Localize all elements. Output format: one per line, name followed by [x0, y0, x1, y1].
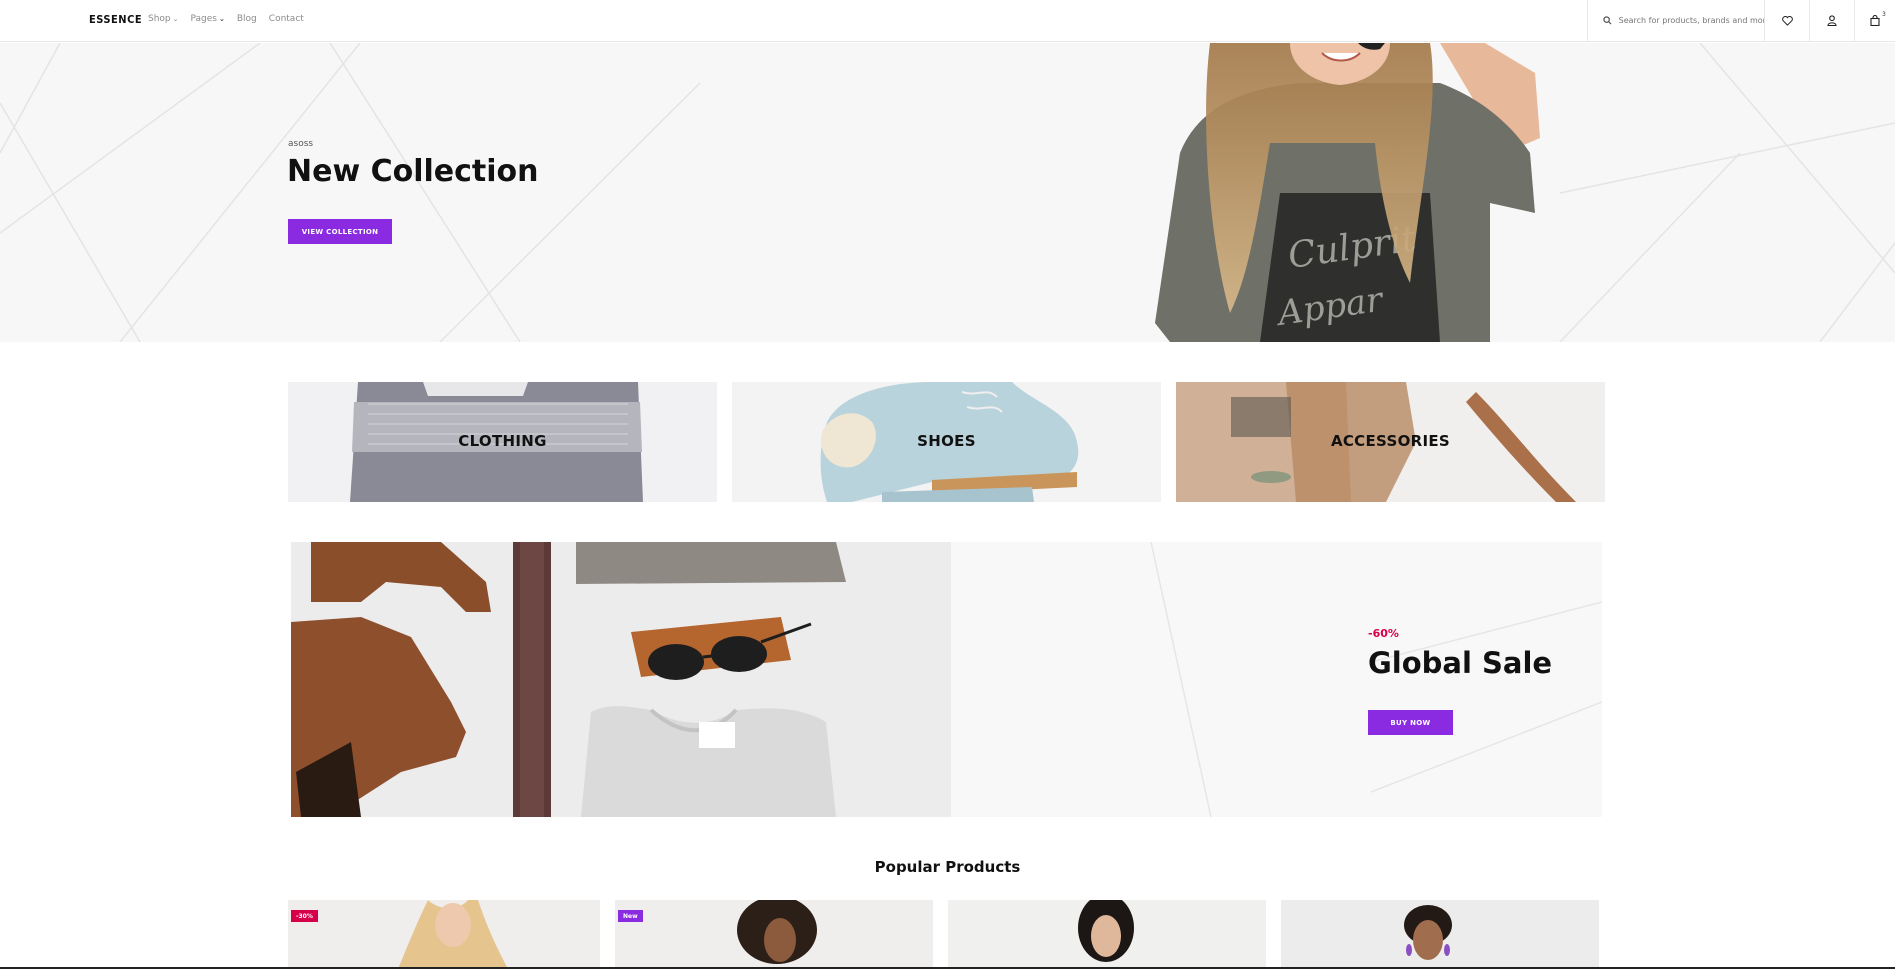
category-accessories[interactable]: ACCESSORIES: [1176, 382, 1605, 502]
chevron-down-icon: ⌄: [219, 15, 225, 23]
nav-contact-label: Contact: [268, 14, 304, 24]
nav-shop-label: Shop: [148, 14, 171, 24]
search-input[interactable]: [1618, 16, 1764, 25]
nav-shop[interactable]: Shop ⌄: [148, 14, 179, 24]
cart-count-badge: 3: [1882, 11, 1886, 18]
user-icon: [1827, 11, 1837, 30]
site-header: ESSENCE Shop ⌄ Pages ⌄ Blog Contact Sear…: [0, 0, 1895, 42]
nav-pages[interactable]: Pages ⌄: [191, 14, 225, 24]
account-button[interactable]: [1809, 0, 1854, 41]
product-image: [948, 900, 1266, 969]
cart-icon: [1870, 11, 1880, 30]
sale-discount-label: -60%: [1368, 627, 1399, 640]
nav-blog[interactable]: Blog: [237, 14, 257, 24]
new-badge: New: [618, 910, 643, 922]
global-sale-banner: -60% Global Sale BUY NOW: [291, 542, 1602, 817]
hero-subtitle: asoss: [288, 139, 314, 149]
product-card[interactable]: -30%: [288, 900, 600, 969]
main-nav: Shop ⌄ Pages ⌄ Blog Contact: [148, 14, 304, 24]
hero-banner: asoss New Collection VIEW COLLECTION Cul…: [0, 43, 1895, 342]
nav-blog-label: Blog: [236, 14, 257, 24]
product-card[interactable]: [1281, 900, 1599, 969]
popular-products-heading: Popular Products: [874, 858, 1021, 876]
site-logo[interactable]: ESSENCE: [89, 13, 142, 26]
heart-icon: [1781, 11, 1793, 30]
category-clothing[interactable]: CLOTHING: [288, 382, 717, 502]
buy-now-button[interactable]: BUY NOW: [1368, 710, 1453, 735]
product-card[interactable]: New: [615, 900, 933, 969]
hero-background: [0, 43, 1895, 342]
nav-contact[interactable]: Contact: [269, 14, 304, 24]
product-image: [288, 900, 600, 969]
category-accessories-label: ACCESSORIES: [1330, 432, 1451, 450]
category-shoes-label: SHOES: [917, 432, 976, 450]
category-clothing-label: CLOTHING: [458, 432, 547, 450]
view-collection-button[interactable]: VIEW COLLECTION: [288, 219, 392, 244]
sale-title: Global Sale: [1368, 646, 1553, 680]
wishlist-button[interactable]: [1764, 0, 1809, 41]
product-image: [1281, 900, 1599, 969]
product-card[interactable]: [948, 900, 1266, 969]
hero-model-image: Culprit Appar: [1155, 43, 1540, 342]
chevron-down-icon: ⌄: [172, 15, 179, 23]
search-bar: [1587, 0, 1764, 41]
nav-pages-label: Pages: [190, 14, 217, 24]
product-image: [615, 900, 933, 969]
search-icon[interactable]: [1602, 15, 1614, 27]
hero-title: New Collection: [287, 154, 539, 189]
discount-badge: -30%: [291, 910, 318, 922]
cart-button[interactable]: 3: [1854, 0, 1895, 41]
category-shoes[interactable]: SHOES: [732, 382, 1161, 502]
